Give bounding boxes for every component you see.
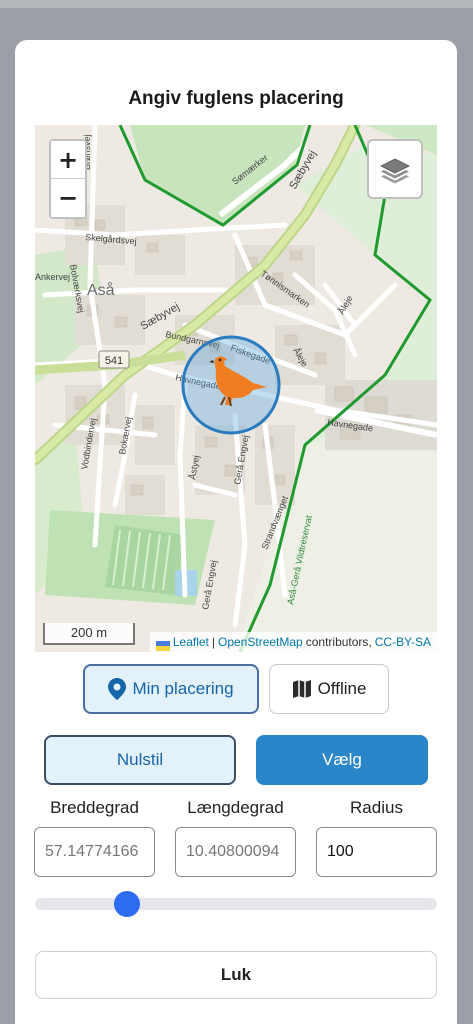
zoom-in-button[interactable]: + [51, 141, 85, 179]
close-button[interactable]: Luk [35, 951, 437, 999]
zoom-out-button[interactable]: − [51, 179, 85, 217]
town-label: Aså [87, 281, 115, 299]
bird-icon[interactable] [209, 353, 269, 415]
radius-label: Radius [350, 798, 403, 817]
latitude-input[interactable] [34, 827, 155, 877]
offline-label: Offline [317, 679, 367, 698]
radius-input[interactable] [316, 827, 437, 877]
route-541-label: 541 [105, 355, 123, 367]
map[interactable]: 541 Aså Sæbyvej Sæbyvej Sømærker Skelgår… [35, 125, 437, 652]
attribution-separator: | [211, 635, 215, 649]
choose-button[interactable]: Vælg [256, 735, 428, 785]
longitude-label: Længdegrad [187, 798, 284, 817]
offline-button[interactable]: Offline [269, 664, 389, 714]
location-pin-icon [108, 678, 127, 700]
leaflet-link[interactable]: Leaflet [173, 632, 209, 652]
ankervej-label: Ankervej [35, 272, 70, 282]
reset-button[interactable]: Nulstil [44, 735, 236, 785]
map-icon [292, 680, 311, 698]
my-location-button[interactable]: Min placering [83, 664, 259, 714]
layers-button[interactable] [367, 139, 423, 199]
my-location-label: Min placering [132, 679, 234, 698]
dialog-title: Angiv fuglens placering [128, 88, 344, 109]
latitude-label: Breddegrad [50, 798, 139, 817]
map-scale: 200 m [43, 623, 135, 645]
zoom-control: + − [49, 139, 87, 219]
attribution-contributors: contributors, [305, 635, 372, 649]
radius-slider[interactable] [35, 891, 437, 917]
license-link[interactable]: CC-BY-SA [375, 632, 431, 652]
action-buttons: Nulstil Vælg [44, 735, 428, 785]
location-buttons: Min placering Offline [83, 664, 389, 714]
backdrop [0, 0, 473, 8]
osm-link[interactable]: OpenStreetMap [218, 632, 303, 652]
location-dialog: Angiv fuglens placering 541 Aså Sæbyvej … [15, 40, 457, 1024]
coordinate-inputs [34, 827, 437, 877]
coordinate-labels: Breddegrad Længdegrad Radius [34, 798, 438, 818]
layers-icon [379, 158, 411, 184]
map-attribution: Leaflet | OpenStreetMap contributors, CC… [149, 632, 437, 652]
ukraine-flag-icon [155, 637, 170, 651]
longitude-input[interactable] [175, 827, 296, 877]
radius-slider-thumb[interactable] [113, 891, 140, 917]
